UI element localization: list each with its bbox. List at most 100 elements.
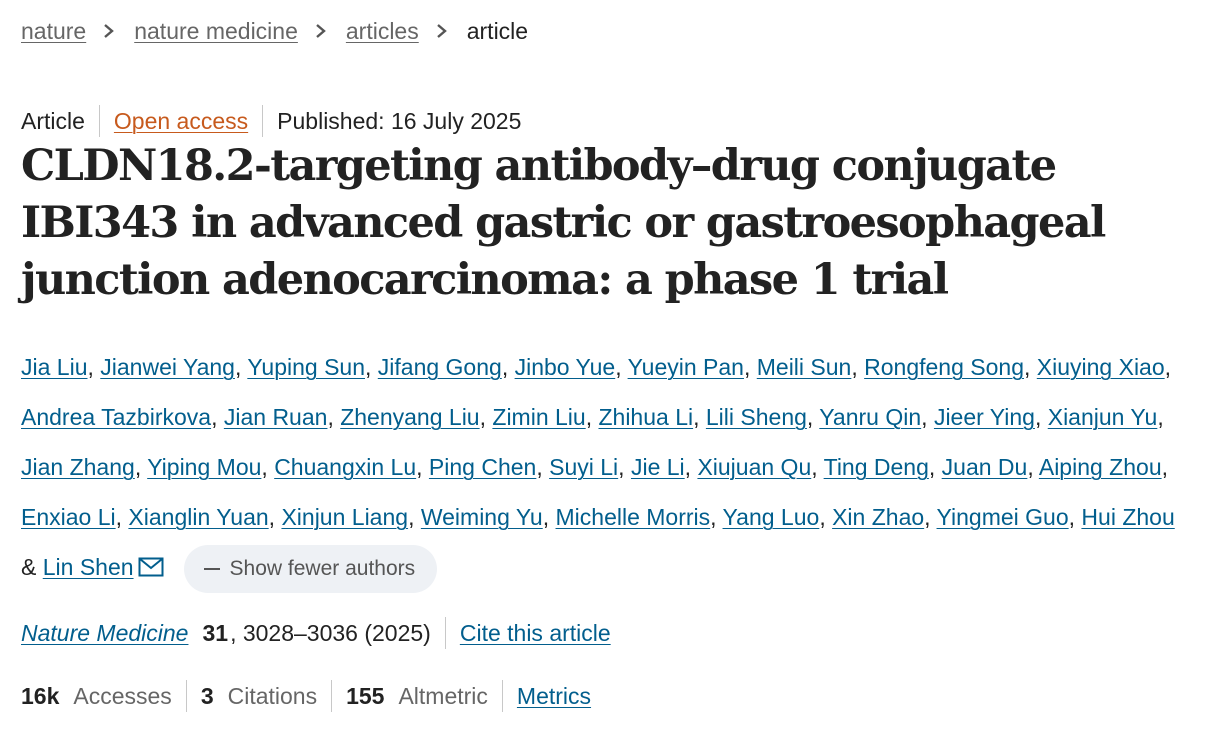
author-link[interactable]: Jieer Ying [934,404,1035,430]
chevron-right-icon [316,24,326,38]
author-link[interactable]: Jie Li [631,454,685,480]
author-separator: , [618,454,631,480]
author-separator: , [1068,504,1082,530]
author-link[interactable]: Juan Du [942,454,1028,480]
author-separator: , [1034,404,1048,430]
author-separator: , [1164,354,1172,380]
author-separator: , [234,354,248,380]
author-separator: , [924,504,937,530]
author-link[interactable]: Xianjun Yu [1048,404,1158,430]
metrics-link[interactable]: Metrics [517,681,591,711]
author-separator: , [365,354,378,380]
author-separator: , [1027,454,1039,480]
breadcrumb-current: article [466,18,529,44]
author-separator: , [268,504,282,530]
author-separator: , [615,354,628,380]
author-link[interactable]: Aiping Zhou [1039,454,1162,480]
author-link[interactable]: Zhenyang Liu [340,404,479,430]
author-link[interactable]: Yanru Qin [819,404,921,430]
author-link[interactable]: Yueyin Pan [628,354,744,380]
author-link[interactable]: Xiuying Xiao [1037,354,1165,380]
author-link[interactable]: Xianglin Yuan [128,504,268,530]
author-link[interactable]: Yuping Sun [247,354,365,380]
author-separator: , [1024,354,1037,380]
accesses-label: Accesses [73,683,172,709]
author-conjunction: & [21,554,43,580]
journal-volume: 31 [202,620,229,646]
author-link[interactable]: Yang Luo [723,504,820,530]
breadcrumb: nature nature medicine articles article [21,16,528,46]
author-link[interactable]: Ting Deng [824,454,929,480]
author-link[interactable]: Meili Sun [757,354,852,380]
author-separator: , [585,404,599,430]
author-link[interactable]: Michelle Morris [556,504,711,530]
author-list: Jia Liu, Jianwei Yang, Yuping Sun, Jifan… [21,342,1196,593]
open-access-link[interactable]: Open access [114,106,248,136]
author-link[interactable]: Zimin Liu [492,404,585,430]
author-link[interactable]: Weiming Yu [421,504,543,530]
author-link[interactable]: Ping Chen [429,454,536,480]
author-separator: , [1157,404,1164,430]
divider [331,680,333,712]
minus-icon [203,567,220,570]
author-separator: , [710,504,723,530]
author-separator: , [806,404,820,430]
author-link[interactable]: Xin Zhao [832,504,924,530]
author-link[interactable]: Jia Liu [21,354,87,380]
divider [444,617,446,649]
author-separator: , [928,454,942,480]
author-separator: , [261,454,275,480]
divider [185,680,187,712]
author-separator: , [819,504,833,530]
author-separator: , [327,404,341,430]
author-link[interactable]: Yiping Mou [147,454,261,480]
author-link[interactable]: Chuangxin Lu [274,454,416,480]
author-link[interactable]: Jianwei Yang [100,354,235,380]
citation-row: Nature Medicine 31 , 3028–3036 (2025) Ci… [21,617,611,649]
author-link[interactable]: Yingmei Guo [937,504,1069,530]
author-separator: , [536,454,550,480]
author-link[interactable]: Xiujuan Qu [697,454,811,480]
author-link[interactable]: Jifang Gong [378,354,502,380]
author-link[interactable]: Andrea Tazbirkova [21,404,211,430]
author-separator: , [851,354,865,380]
author-separator: , [211,404,224,430]
author-link[interactable]: Suyi Li [549,454,618,480]
author-link[interactable]: Enxiao Li [21,504,116,530]
breadcrumb-link-nature-medicine[interactable]: nature medicine [134,16,298,46]
author-link[interactable]: Zhihua Li [598,404,693,430]
mail-icon[interactable] [138,557,164,577]
journal-pages: , 3028–3036 (2025) [230,620,431,646]
published-date: Published: 16 July 2025 [277,108,522,134]
citations-label: Citations [227,683,318,709]
author-link[interactable]: Xinjun Liang [281,504,408,530]
show-fewer-authors-button[interactable]: Show fewer authors [183,544,438,593]
author-separator: , [811,454,824,480]
author-separator: , [542,504,556,530]
author-links: Jia Liu, Jianwei Yang, Yuping Sun, Jifan… [21,354,1175,530]
show-fewer-label: Show fewer authors [229,556,416,580]
author-separator: , [115,504,129,530]
author-link[interactable]: Jinbo Yue [515,354,616,380]
author-separator: , [87,354,101,380]
metrics-row: 16k Accesses 3 Citations 155 Altmetric M… [21,680,591,712]
cite-this-article-link[interactable]: Cite this article [460,618,611,648]
author-link[interactable]: Lili Sheng [706,404,807,430]
author-separator: , [416,454,429,480]
chevron-right-icon [436,24,447,38]
breadcrumb-link-articles[interactable]: articles [346,16,419,46]
author-link[interactable]: Jian Ruan [224,404,328,430]
breadcrumb-link-nature[interactable]: nature [21,16,86,46]
author-link[interactable]: Jian Zhang [21,454,135,480]
author-link[interactable]: Rongfeng Song [864,354,1024,380]
author-link[interactable]: Hui Zhou [1081,504,1174,530]
author-link-last[interactable]: Lin Shen [43,554,134,580]
author-separator: , [693,404,706,430]
citations-count: 3 [200,683,214,709]
divider [98,105,100,137]
author-separator: , [743,354,757,380]
journal-link[interactable]: Nature Medicine [21,618,188,648]
article-meta: Article Open access Published: 16 July 2… [21,105,521,137]
altmetric-score: 155 [346,683,385,709]
author-separator: , [134,454,148,480]
